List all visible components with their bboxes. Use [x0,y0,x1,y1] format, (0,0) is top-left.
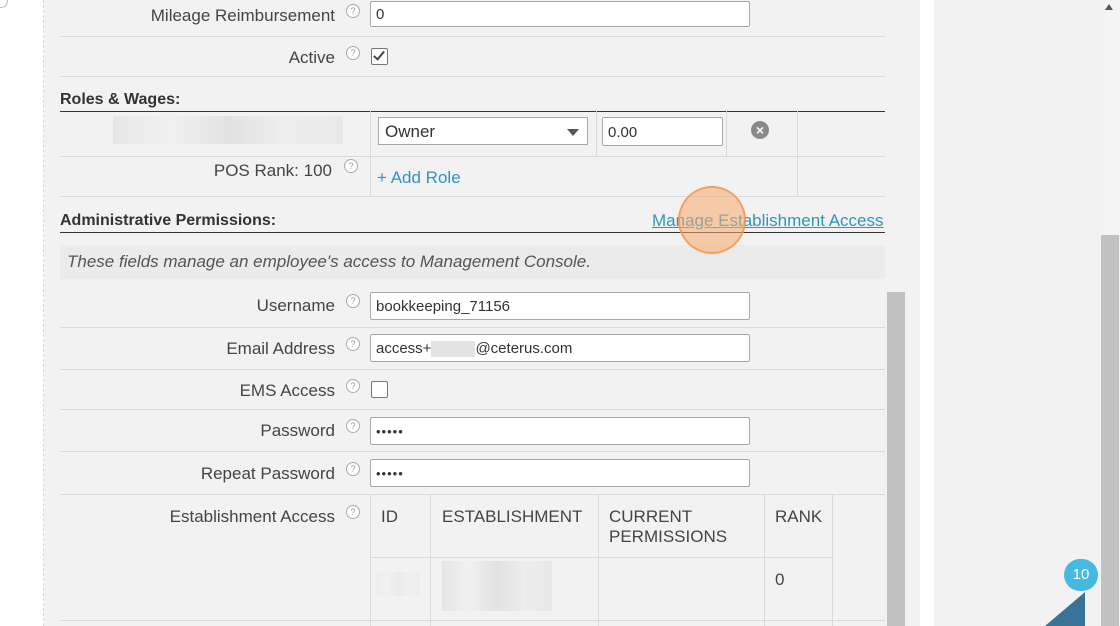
username-input[interactable]: bookkeeping_71156 [370,292,750,320]
help-icon[interactable]: ? [344,159,358,173]
email-row: Email Address ? access+ @ceterus.com [60,327,885,370]
right-side-panel [934,0,1100,626]
email-label: Email Address [226,339,335,358]
cell-divider [370,494,371,626]
mileage-input[interactable]: 0 [370,1,750,27]
cell-divider [832,494,833,626]
table-header-divider [370,557,833,558]
col-header-establishment: ESTABLISHMENT [442,507,583,526]
wage-input[interactable]: 0.00 [602,117,723,146]
password-label: Password [260,421,335,440]
active-label: Active [288,48,335,67]
password-row: Password ? ••••• [60,409,885,452]
roles-section-title: Roles & Wages: [60,91,885,112]
cell-divider [596,111,597,156]
scroll-up-arrow-icon[interactable] [1105,4,1113,10]
role-select[interactable]: Owner [378,117,588,145]
role-select-value: Owner [385,122,436,141]
employee-name-redacted [113,116,343,144]
help-icon[interactable]: ? [346,462,360,476]
help-icon[interactable]: ? [346,294,360,308]
panel-gap [920,0,934,626]
add-role-link[interactable]: + Add Role [377,168,461,188]
email-suffix: @ceterus.com [475,340,573,357]
mileage-row: Mileage Reimbursement ? 0 [60,0,885,37]
cell-divider [598,494,599,626]
ems-label: EMS Access [239,381,335,400]
help-icon[interactable]: ? [346,46,360,60]
repeat-password-input[interactable]: ••••• [370,459,750,487]
corner-handle [0,0,8,8]
chevron-down-icon [567,129,579,136]
email-prefix: access+ [376,340,432,357]
cell-divider [726,111,727,156]
click-indicator [678,186,746,254]
pos-rank-row: POS Rank: 100 ? [60,156,885,197]
help-icon[interactable]: ? [346,505,360,519]
email-input[interactable]: access+ @ceterus.com [370,334,750,362]
remove-role-icon[interactable]: × [751,121,769,139]
ems-access-checkbox[interactable] [371,381,388,398]
repeat-password-row: Repeat Password ? ••••• [60,451,885,495]
ems-row: EMS Access ? [60,369,885,410]
establishment-rank-value: 0 [775,570,785,589]
password-input[interactable]: ••••• [370,417,750,445]
window-scroll-thumb[interactable] [1101,235,1119,626]
establishment-name-redacted [442,561,552,611]
col-header-id: ID [381,507,398,526]
username-row: Username ? bookkeeping_71156 [60,285,885,328]
notification-badge[interactable]: 10 [1064,559,1098,591]
active-checkbox[interactable] [371,48,388,65]
establishment-access-label: Establishment Access [169,507,335,526]
username-label: Username [256,296,335,315]
mileage-label: Mileage Reimbursement [150,6,335,25]
help-tab-icon[interactable] [1045,592,1085,626]
admin-note: These fields manage an employee's access… [60,245,885,279]
cell-divider [430,494,431,626]
help-icon[interactable]: ? [346,379,360,393]
col-header-rank: RANK [775,507,823,526]
email-redacted [431,341,476,358]
window-scrollbar[interactable] [1100,0,1120,626]
help-icon[interactable]: ? [346,4,360,18]
table-bottom-border [60,620,885,621]
col-header-current-permissions: CURRENT PERMISSIONS [609,507,728,546]
left-panel-edge [0,0,44,626]
help-icon[interactable]: ? [346,337,360,351]
active-row: Active ? [60,36,885,77]
repeat-password-label: Repeat Password [200,464,335,483]
pos-rank-label: POS Rank: 100 [213,161,332,180]
form-scrollbar-thumb[interactable] [887,292,905,626]
cell-divider [764,494,765,626]
establishment-id-redacted [376,572,420,596]
help-icon[interactable]: ? [346,419,360,433]
